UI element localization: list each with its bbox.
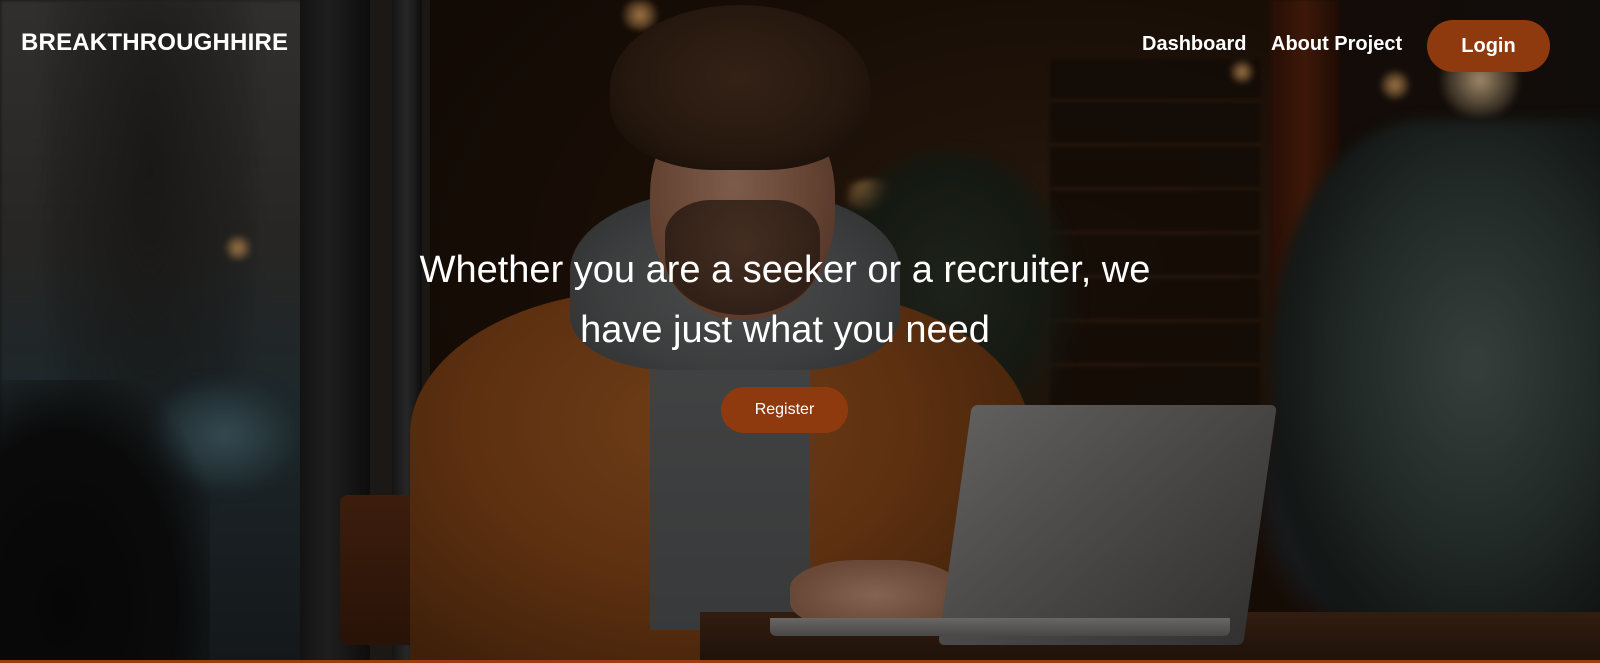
brand-logo[interactable]: BREAKTHROUGHHIRE bbox=[21, 29, 288, 57]
register-button[interactable]: Register bbox=[721, 387, 848, 433]
nav-dashboard-link[interactable]: Dashboard bbox=[1142, 33, 1246, 56]
nav-about-link[interactable]: About Project bbox=[1271, 33, 1402, 56]
hero-headline: Whether you are a seeker or a recruiter,… bbox=[419, 249, 1151, 351]
hero-section: BREAKTHROUGHHIRE Dashboard About Project… bbox=[0, 0, 1600, 663]
navbar: BREAKTHROUGHHIRE Dashboard About Project… bbox=[0, 0, 1600, 92]
hero-content: Whether you are a seeker or a recruiter,… bbox=[400, 240, 1170, 433]
login-button[interactable]: Login bbox=[1427, 20, 1550, 72]
